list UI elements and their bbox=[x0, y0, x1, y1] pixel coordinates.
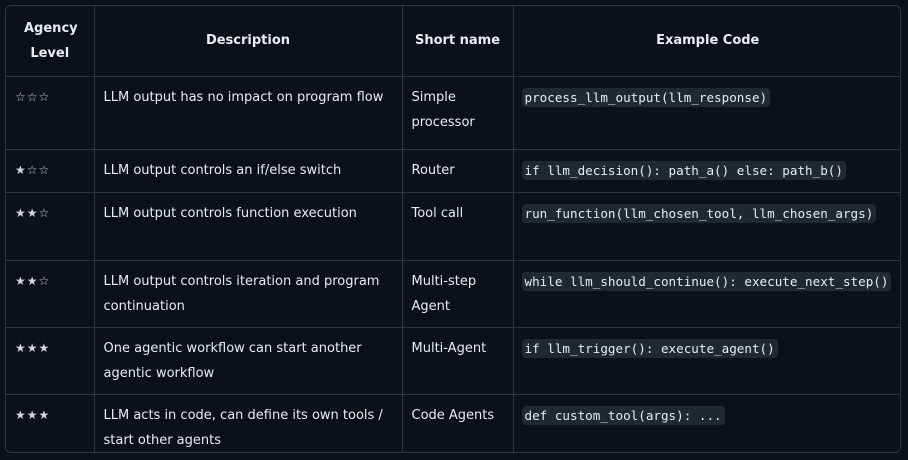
description-cell: LLM output controls an if/else switch bbox=[94, 149, 403, 193]
short-name-cell: Tool call bbox=[402, 192, 514, 261]
table-row: ☆☆☆ LLM output has no impact on program … bbox=[6, 76, 900, 150]
table-header-row: Agency Level Description Short name Exam… bbox=[6, 6, 900, 77]
description-cell: LLM acts in code, can define its own too… bbox=[94, 394, 403, 452]
description-cell: LLM output controls iteration and progra… bbox=[94, 260, 403, 328]
example-code-cell: process_llm_output(llm_response) bbox=[513, 76, 900, 150]
star-rating: ★☆☆ bbox=[6, 149, 95, 193]
table-row: ★★☆ LLM output controls iteration and pr… bbox=[6, 260, 900, 328]
header-example-code: Example Code bbox=[513, 6, 900, 77]
inline-code: if llm_decision(): path_a() else: path_b… bbox=[521, 160, 846, 180]
agency-levels-table: Agency Level Description Short name Exam… bbox=[6, 6, 900, 452]
header-description: Description bbox=[94, 6, 403, 77]
star-rating: ★★★ bbox=[6, 327, 95, 395]
star-rating: ★★☆ bbox=[6, 192, 95, 261]
example-code-cell: while llm_should_continue(): execute_nex… bbox=[513, 260, 900, 328]
example-code-cell: def custom_tool(args): ... bbox=[513, 394, 900, 452]
short-name-cell: Multi-Agent bbox=[402, 327, 514, 395]
short-name-cell: Multi-step Agent bbox=[402, 260, 514, 328]
description-cell: LLM output has no impact on program flow bbox=[94, 76, 403, 150]
example-code-cell: if llm_trigger(): execute_agent() bbox=[513, 327, 900, 395]
inline-code: def custom_tool(args): ... bbox=[521, 405, 725, 425]
header-short-name: Short name bbox=[402, 6, 514, 77]
inline-code: if llm_trigger(): execute_agent() bbox=[521, 338, 778, 358]
inline-code: while llm_should_continue(): execute_nex… bbox=[521, 271, 892, 291]
star-rating: ★★★ bbox=[6, 394, 95, 452]
inline-code: process_llm_output(llm_response) bbox=[521, 87, 771, 107]
header-agency-level: Agency Level bbox=[6, 6, 95, 77]
short-name-cell: Router bbox=[402, 149, 514, 193]
inline-code: run_function(llm_chosen_tool, llm_chosen… bbox=[521, 203, 877, 223]
star-rating: ★★☆ bbox=[6, 260, 95, 328]
description-cell: One agentic workflow can start another a… bbox=[94, 327, 403, 395]
description-cell: LLM output controls function execution bbox=[94, 192, 403, 261]
example-code-cell: run_function(llm_chosen_tool, llm_chosen… bbox=[513, 192, 900, 261]
example-code-cell: if llm_decision(): path_a() else: path_b… bbox=[513, 149, 900, 193]
short-name-cell: Code Agents bbox=[402, 394, 514, 452]
table-row: ★★★ One agentic workflow can start anoth… bbox=[6, 327, 900, 395]
short-name-cell: Simple processor bbox=[402, 76, 514, 150]
table-row: ★★★ LLM acts in code, can define its own… bbox=[6, 394, 900, 452]
table-row: ★★☆ LLM output controls function executi… bbox=[6, 192, 900, 261]
agency-table-container: Agency Level Description Short name Exam… bbox=[5, 5, 901, 453]
table-row: ★☆☆ LLM output controls an if/else switc… bbox=[6, 149, 900, 193]
star-rating: ☆☆☆ bbox=[6, 76, 95, 150]
